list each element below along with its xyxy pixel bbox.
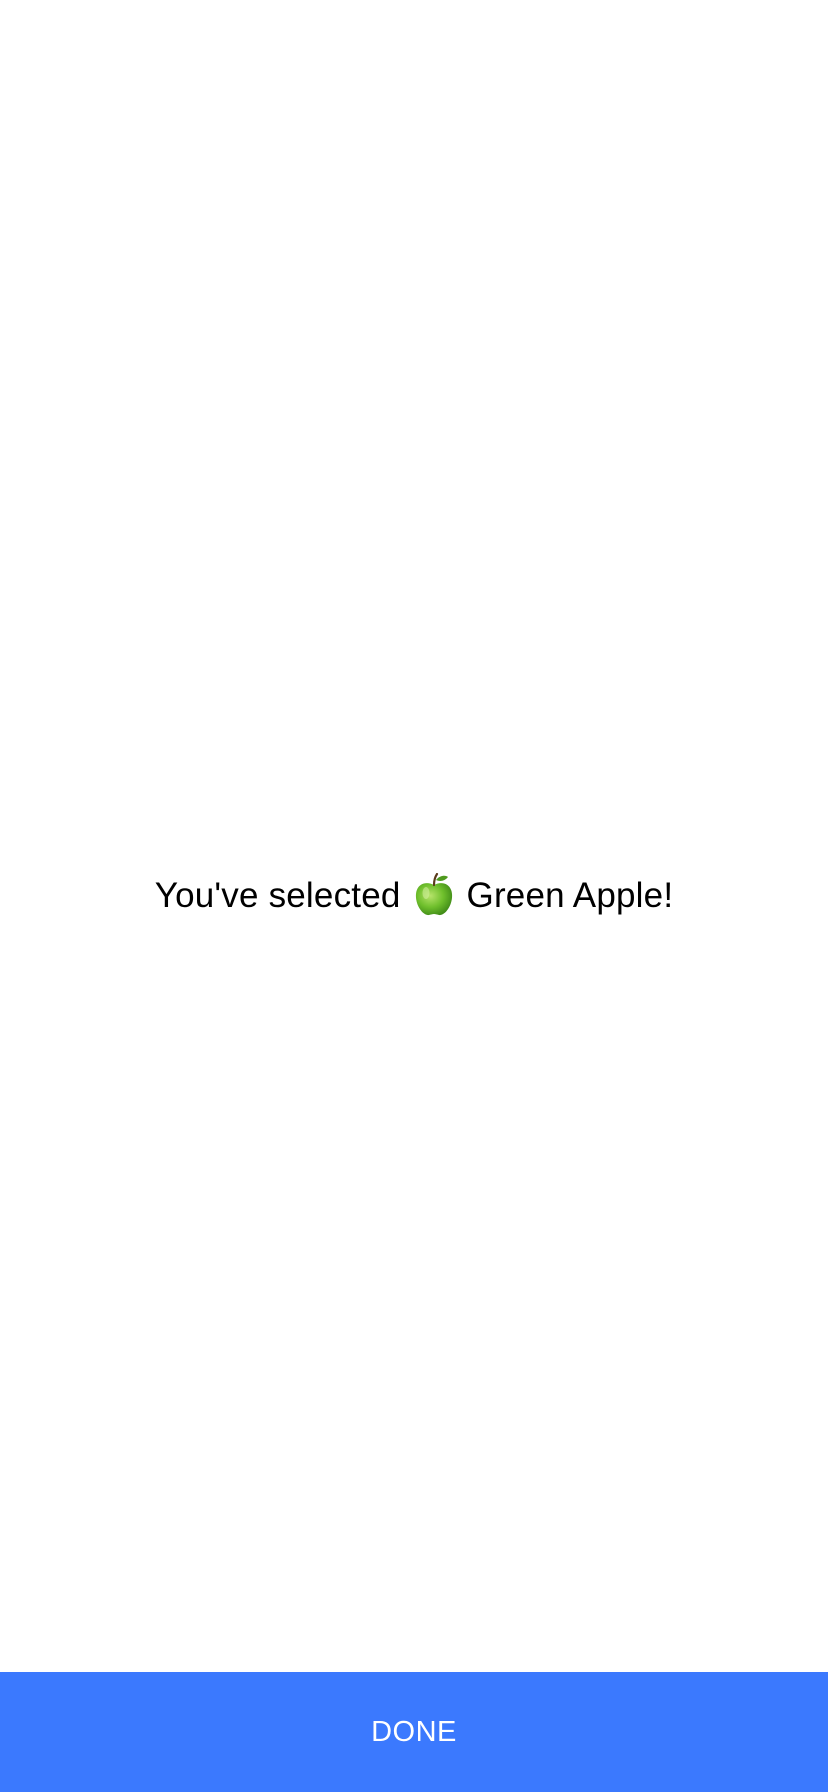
message-prefix: You've selected bbox=[154, 876, 401, 915]
selection-message: You've selected Green Apple! bbox=[0, 868, 828, 924]
done-button-label: DONE bbox=[371, 1715, 457, 1748]
selection-screen: You've selected Green Apple! DONE bbox=[0, 0, 828, 1792]
green-apple-icon bbox=[413, 873, 455, 917]
done-button[interactable]: DONE bbox=[0, 1672, 828, 1792]
message-suffix: Green Apple! bbox=[466, 876, 674, 915]
